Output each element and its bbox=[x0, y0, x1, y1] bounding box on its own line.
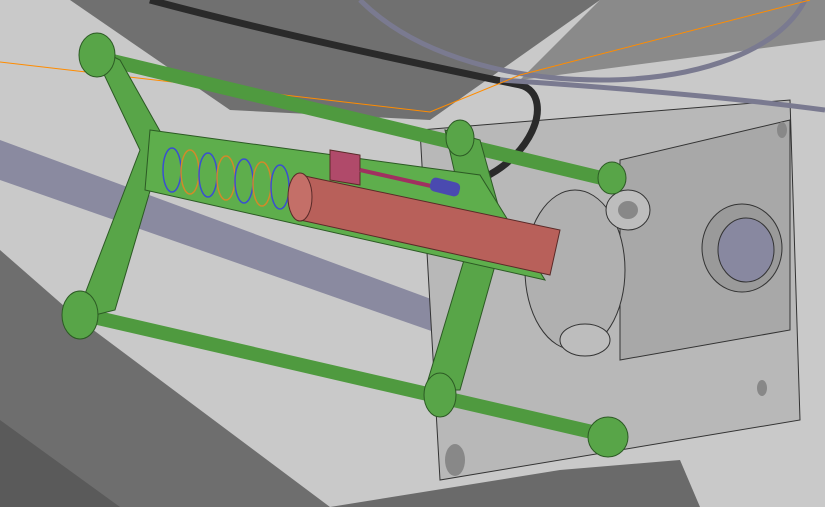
cad-viewport[interactable] bbox=[0, 0, 825, 507]
rod-end bbox=[587, 416, 629, 458]
mount-hole bbox=[445, 444, 465, 476]
boss-bore bbox=[717, 217, 775, 283]
frame-pivot bbox=[61, 290, 99, 340]
frame-pivot bbox=[78, 32, 116, 78]
lug-hole bbox=[618, 201, 638, 219]
joint-lug-bottom bbox=[559, 323, 611, 357]
cylinder-end-cap bbox=[287, 172, 313, 222]
mount-hole bbox=[777, 122, 787, 138]
3d-model-scene[interactable] bbox=[0, 0, 825, 507]
rod-end bbox=[597, 161, 627, 195]
frame-pivot bbox=[423, 372, 457, 418]
cylinder-clevis bbox=[329, 149, 361, 186]
frame-pivot bbox=[445, 119, 475, 157]
mount-hole bbox=[757, 380, 767, 396]
